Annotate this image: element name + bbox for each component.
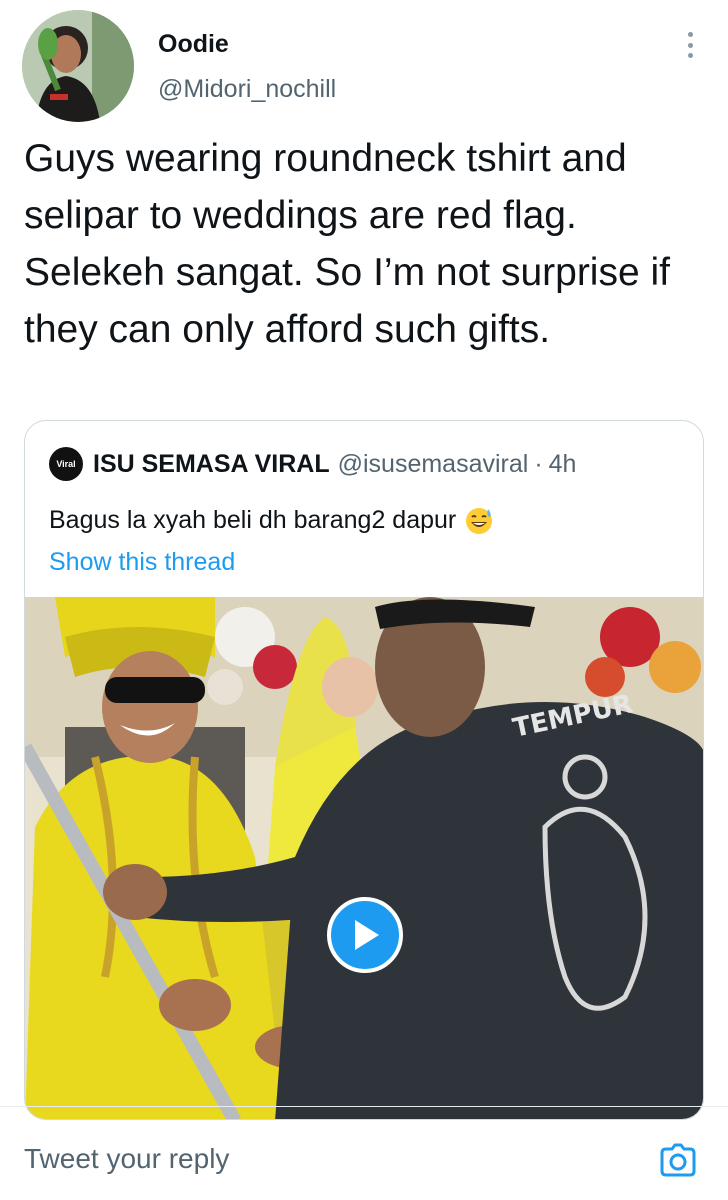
author-handle[interactable]: @Midori_nochill bbox=[158, 75, 336, 104]
author-avatar[interactable] bbox=[22, 10, 134, 122]
quoted-avatar[interactable]: Viral bbox=[49, 447, 83, 481]
quoted-tweet-header: Viral ISU SEMASA VIRAL @isusemasaviral ·… bbox=[49, 447, 576, 481]
quoted-tweet[interactable]: Viral ISU SEMASA VIRAL @isusemasaviral ·… bbox=[24, 420, 704, 1120]
meta-separator: · bbox=[534, 449, 543, 478]
more-options-icon[interactable] bbox=[678, 30, 702, 60]
quoted-name[interactable]: ISU SEMASA VIRAL bbox=[93, 450, 330, 479]
reply-input[interactable]: Tweet your reply bbox=[24, 1143, 229, 1175]
tweet-header: Oodie @Midori_nochill bbox=[0, 0, 728, 130]
camera-icon[interactable] bbox=[658, 1139, 698, 1179]
tweet-text: Guys wearing roundneck tshirt and selipa… bbox=[24, 137, 670, 351]
show-thread-link[interactable]: Show this thread bbox=[49, 548, 235, 577]
quoted-text: Bagus la xyah beli dh barang2 dapur bbox=[49, 505, 457, 534]
author-name[interactable]: Oodie bbox=[158, 30, 229, 59]
quoted-text-row: Bagus la xyah beli dh barang2 dapur bbox=[49, 505, 494, 535]
reply-bar: Tweet your reply bbox=[0, 1106, 728, 1200]
quoted-handle[interactable]: @isusemasaviral bbox=[338, 450, 529, 479]
play-icon bbox=[355, 920, 379, 950]
grinning-sweat-emoji-icon bbox=[466, 508, 493, 534]
play-video-button[interactable] bbox=[327, 897, 403, 973]
video-thumbnail[interactable]: TEMPUR bbox=[25, 597, 703, 1119]
quoted-timestamp[interactable]: 4h bbox=[549, 450, 577, 479]
